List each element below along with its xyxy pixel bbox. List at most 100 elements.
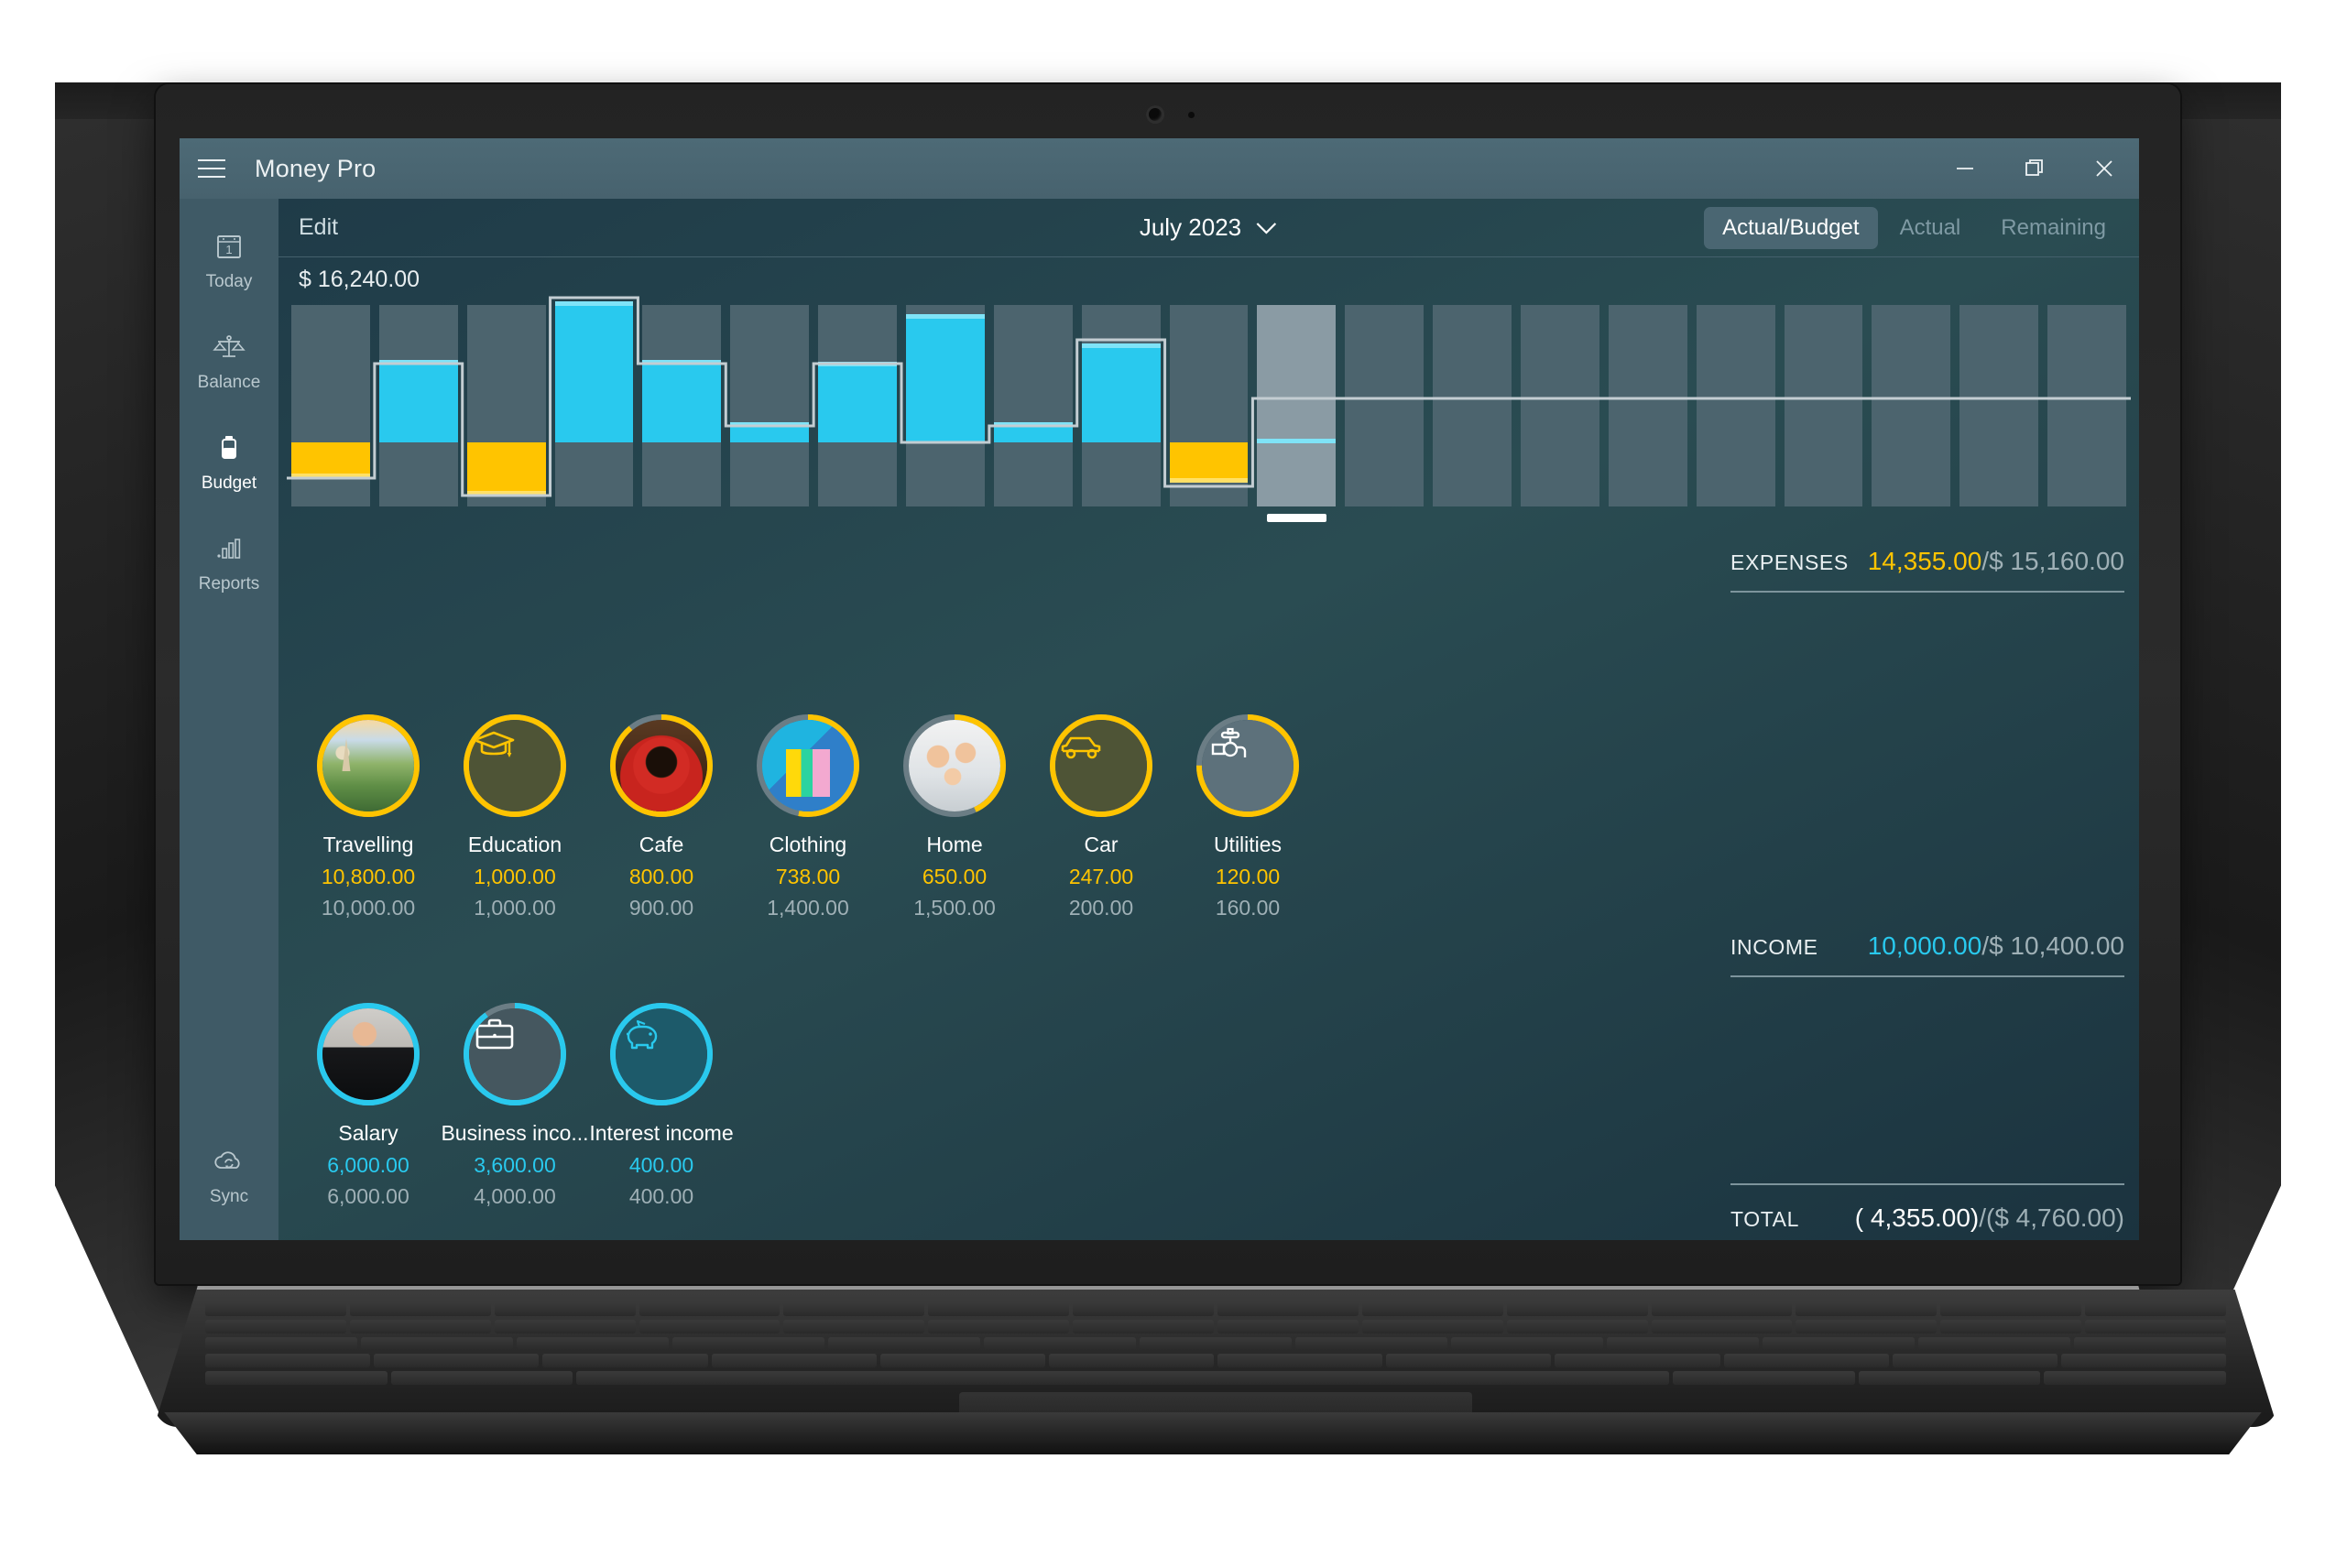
income-separator: / bbox=[1981, 931, 1990, 960]
income-category-salary[interactable]: Salary 6,000.00 6,000.00 bbox=[295, 1000, 442, 1209]
category-avatar bbox=[322, 1008, 414, 1100]
expense-category-grid: Travelling 10,800.00 10,000.00 Education 1,0… bbox=[295, 712, 1321, 920]
category-ring bbox=[461, 1000, 569, 1108]
chart-bar[interactable] bbox=[906, 305, 985, 506]
webcam-area bbox=[1113, 104, 1223, 125]
category-avatar bbox=[1055, 720, 1147, 811]
chart-bar[interactable] bbox=[2047, 305, 2126, 506]
sidebar-item-label: Budget bbox=[201, 474, 257, 493]
category-ring bbox=[314, 712, 422, 820]
sidebar-item-reports[interactable]: Reports bbox=[180, 517, 278, 604]
app-title: Money Pro bbox=[255, 154, 377, 182]
chart-bar[interactable] bbox=[1608, 305, 1687, 506]
chart-bar[interactable] bbox=[1345, 305, 1425, 506]
chart-bar[interactable] bbox=[1872, 305, 1951, 506]
category-actual: 738.00 bbox=[775, 865, 841, 888]
chart-bar[interactable] bbox=[993, 305, 1073, 506]
sidebar-item-label: Balance bbox=[197, 373, 261, 392]
chart-bar-positive bbox=[378, 360, 458, 442]
total-summary: TOTAL ( 4,355.00)/($ 4,760.00) bbox=[1730, 1183, 2124, 1233]
chart-bar[interactable] bbox=[1081, 305, 1161, 506]
chart-bar-background bbox=[1696, 305, 1775, 506]
expense-category-clothing[interactable]: Clothing 738.00 1,400.00 bbox=[735, 712, 881, 920]
income-category-business-inco[interactable]: Business inco... 3,600.00 4,000.00 bbox=[441, 1000, 589, 1209]
chart-bar[interactable] bbox=[1169, 305, 1249, 506]
chart-bar[interactable] bbox=[291, 305, 370, 506]
chart-bar[interactable] bbox=[730, 305, 810, 506]
total-actual: ( 4,355.00) bbox=[1854, 1203, 1980, 1232]
laptop-keyboard bbox=[154, 1290, 2277, 1427]
category-ring bbox=[754, 712, 862, 820]
chart-bar-positive bbox=[554, 301, 634, 442]
chart-bar-positive bbox=[1257, 439, 1337, 443]
close-icon[interactable] bbox=[2069, 138, 2139, 199]
chart-bar[interactable] bbox=[466, 305, 546, 506]
edit-button[interactable]: Edit bbox=[299, 214, 338, 241]
key-row bbox=[205, 1336, 2226, 1351]
segment-actual[interactable]: Actual bbox=[1882, 207, 1980, 249]
category-actual: 3,600.00 bbox=[474, 1153, 556, 1177]
chart-bar[interactable] bbox=[554, 301, 634, 506]
minimize-icon[interactable] bbox=[1930, 138, 2000, 199]
restore-icon[interactable] bbox=[2000, 138, 2069, 199]
category-actual: 650.00 bbox=[922, 865, 988, 888]
chart-bar[interactable] bbox=[1257, 305, 1337, 506]
key-row bbox=[205, 1354, 2227, 1368]
chart-bar[interactable] bbox=[642, 305, 722, 506]
chart-bar[interactable] bbox=[1784, 305, 1863, 506]
sidebar-item-sync[interactable]: Sync bbox=[180, 1130, 278, 1216]
chart-bar-positive bbox=[730, 422, 810, 442]
category-name: Car bbox=[1084, 833, 1119, 856]
category-budget: 1,400.00 bbox=[767, 896, 849, 920]
total-values: ( 4,355.00)/($ 4,760.00) bbox=[1855, 1203, 2124, 1233]
content-toolbar: Edit July 2023 Actual/Budget Actual Rema… bbox=[278, 199, 2139, 257]
expenses-row: EXPENSES 14,355.00/$ 15,160.00 bbox=[1730, 547, 2124, 576]
expense-category-travelling[interactable]: Travelling 10,800.00 10,000.00 bbox=[295, 712, 442, 920]
chart-bar[interactable] bbox=[1433, 305, 1512, 506]
income-category-grid: Salary 6,000.00 6,000.00 Business inco... 3,… bbox=[295, 1000, 735, 1209]
chart-bar-background bbox=[1784, 305, 1863, 506]
chart-bar-positive bbox=[906, 314, 985, 442]
sidebar-item-balance[interactable]: Balance bbox=[180, 316, 278, 402]
laptop-base bbox=[164, 1412, 2262, 1454]
expense-category-cafe[interactable]: Cafe 800.00 900.00 bbox=[588, 712, 735, 920]
chart-bar-background bbox=[1433, 305, 1512, 506]
category-budget: 10,000.00 bbox=[321, 896, 416, 920]
total-row: TOTAL ( 4,355.00)/($ 4,760.00) bbox=[1730, 1203, 2124, 1233]
sidebar: 1 Today Balance Budget Reports Sync bbox=[180, 199, 278, 1240]
category-avatar bbox=[469, 1008, 561, 1100]
chart-bar-background bbox=[993, 305, 1073, 506]
chart-plot-area[interactable] bbox=[291, 301, 2126, 522]
segment-actual-budget[interactable]: Actual/Budget bbox=[1704, 206, 1878, 249]
expenses-label: EXPENSES bbox=[1730, 550, 1849, 574]
category-budget: 6,000.00 bbox=[327, 1184, 409, 1208]
sidebar-item-today[interactable]: 1 Today bbox=[180, 215, 278, 301]
battery-icon bbox=[209, 428, 249, 468]
income-label: INCOME bbox=[1730, 935, 1818, 959]
expense-category-home[interactable]: Home 650.00 1,500.00 bbox=[881, 712, 1028, 920]
income-summary: INCOME 10,000.00/$ 10,400.00 bbox=[1730, 931, 2124, 977]
chart-bar[interactable] bbox=[818, 305, 897, 506]
category-ring bbox=[901, 712, 1009, 820]
sidebar-item-budget[interactable]: Budget bbox=[180, 417, 278, 503]
chart-bar[interactable] bbox=[1959, 305, 2039, 506]
segment-remaining[interactable]: Remaining bbox=[1982, 207, 2124, 249]
chart-bar-background bbox=[1345, 305, 1425, 506]
chart-bar[interactable] bbox=[1696, 305, 1775, 506]
category-budget: 160.00 bbox=[1215, 896, 1281, 920]
chart-bar-background bbox=[1257, 305, 1337, 506]
chart-bar[interactable] bbox=[1521, 305, 1599, 506]
category-actual: 10,800.00 bbox=[321, 865, 416, 888]
expense-category-car[interactable]: Car 247.00 200.00 bbox=[1028, 712, 1174, 920]
income-budget: $ 10,400.00 bbox=[1989, 931, 2124, 960]
chart-bar-negative bbox=[1169, 442, 1249, 483]
chart-bar-background bbox=[2047, 305, 2126, 506]
expense-category-utilities[interactable]: Utilities 120.00 160.00 bbox=[1174, 712, 1321, 920]
income-category-interest-income[interactable]: Interest income 400.00 400.00 bbox=[588, 1000, 735, 1209]
period-selector[interactable]: July 2023 bbox=[1140, 213, 1278, 242]
chart-bar[interactable] bbox=[378, 305, 458, 506]
category-name: Clothing bbox=[769, 833, 847, 856]
travel-photo bbox=[322, 720, 414, 811]
hamburger-icon[interactable] bbox=[180, 138, 244, 199]
expense-category-education[interactable]: Education 1,000.00 1,000.00 bbox=[442, 712, 588, 920]
